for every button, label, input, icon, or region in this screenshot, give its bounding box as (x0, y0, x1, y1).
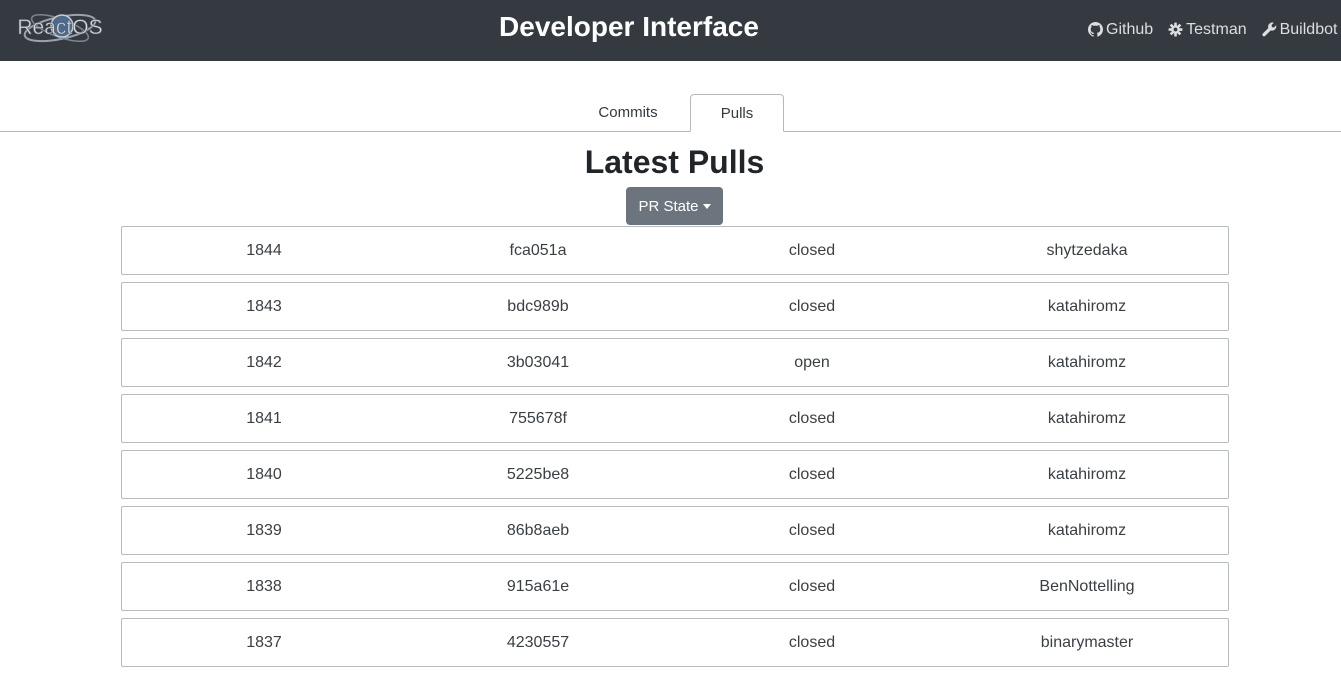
pull-commit-sha: 86b8aeb (506, 522, 570, 539)
pull-state: closed (788, 578, 836, 595)
pull-commit-sha: 915a61e (506, 578, 570, 595)
pull-author: katahiromz (1047, 466, 1127, 483)
caret-down-icon (702, 204, 711, 209)
github-link-label: Github (1106, 20, 1154, 38)
pull-number: 1838 (246, 578, 282, 595)
pull-commit-sha: fca051a (509, 242, 567, 259)
pull-author: katahiromz (1047, 522, 1127, 539)
pull-row[interactable]: 1840 5225be8 closed katahiromz (121, 450, 1229, 499)
pr-state-dropdown-button[interactable]: PR State (626, 187, 723, 225)
pull-number: 1842 (246, 354, 282, 371)
gear-icon (1168, 22, 1183, 37)
pull-row[interactable]: 1841 755678f closed katahiromz (121, 394, 1229, 443)
pull-commit-sha: 3b03041 (506, 354, 570, 371)
pull-author: katahiromz (1047, 354, 1127, 371)
pull-number: 1841 (246, 410, 282, 427)
pull-state: closed (788, 634, 836, 651)
pull-author: binarymaster (1040, 634, 1134, 651)
view-tabs: Commits Pulls (0, 94, 1341, 132)
wrench-icon (1261, 22, 1276, 37)
pull-state: closed (788, 298, 836, 315)
pulls-list: 1844 fca051a closed shytzedaka 1843 bdc9… (121, 226, 1229, 674)
pull-number: 1843 (246, 298, 282, 315)
github-icon (1088, 22, 1103, 37)
pull-commit-sha: 755678f (509, 410, 567, 427)
top-navbar: ReactOS Developer Interface Github Testm… (0, 0, 1341, 61)
pull-state: closed (788, 522, 836, 539)
pull-author: shytzedaka (1046, 242, 1128, 259)
buildbot-link[interactable]: Buildbot (1261, 20, 1338, 39)
pull-row[interactable]: 1844 fca051a closed shytzedaka (121, 226, 1229, 275)
pull-state: closed (788, 242, 836, 259)
pull-state: closed (788, 466, 836, 483)
nav-links: Github Testman Buildbot (1088, 0, 1341, 59)
app-title: Developer Interface (499, 11, 759, 42)
pull-row[interactable]: 1842 3b03041 open katahiromz (121, 338, 1229, 387)
pull-state: open (794, 354, 830, 371)
pull-number: 1837 (246, 634, 282, 651)
pull-number: 1844 (246, 242, 282, 259)
pull-row[interactable]: 1843 bdc989b closed katahiromz (121, 282, 1229, 331)
testman-link[interactable]: Testman (1168, 20, 1247, 39)
pull-commit-sha: bdc989b (507, 298, 569, 315)
pr-state-label: PR State (638, 197, 699, 215)
pull-number: 1840 (246, 466, 282, 483)
pull-author: katahiromz (1047, 410, 1127, 427)
pull-row[interactable]: 1837 4230557 closed binarymaster (121, 618, 1229, 667)
page-title: Latest Pulls (584, 144, 765, 180)
github-link[interactable]: Github (1088, 21, 1153, 39)
pull-row[interactable]: 1839 86b8aeb closed katahiromz (121, 506, 1229, 555)
pull-author: BenNottelling (1039, 578, 1135, 595)
pull-row[interactable]: 1838 915a61e closed BenNottelling (121, 562, 1229, 611)
pull-commit-sha: 5225be8 (506, 466, 570, 483)
pull-state: closed (788, 410, 836, 427)
testman-link-label: Testman (1186, 20, 1247, 38)
tab-commits[interactable]: Commits (582, 94, 674, 131)
pull-author: katahiromz (1047, 298, 1127, 315)
buildbot-link-label: Buildbot (1279, 20, 1338, 38)
pull-commit-sha: 4230557 (506, 634, 570, 651)
tab-pulls[interactable]: Pulls (690, 94, 784, 132)
pull-number: 1839 (246, 522, 282, 539)
